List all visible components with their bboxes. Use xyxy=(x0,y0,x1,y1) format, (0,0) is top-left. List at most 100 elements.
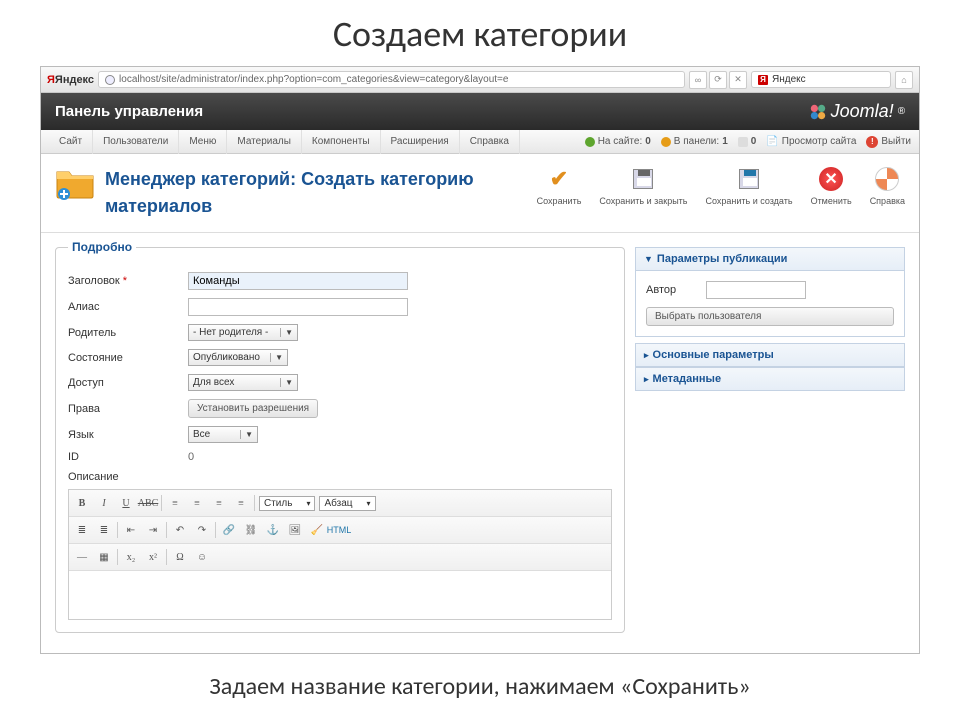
menu-users[interactable]: Пользователи xyxy=(93,130,179,154)
table-button[interactable]: ▦ xyxy=(95,548,113,566)
align-justify-button[interactable]: ≡ xyxy=(232,494,250,512)
link-button[interactable]: 🔗 xyxy=(220,521,238,539)
reload-icon[interactable]: ⟳ xyxy=(709,71,727,89)
chevron-down-icon: ▼ xyxy=(644,254,653,264)
cleanup-button[interactable]: 🧹 xyxy=(308,521,326,539)
chevron-right-icon: ▸ xyxy=(644,350,649,361)
hr-button[interactable]: — xyxy=(73,548,91,566)
align-left-button[interactable]: ≡ xyxy=(166,494,184,512)
label-alias: Алиас xyxy=(68,301,188,313)
menu-extensions[interactable]: Расширения xyxy=(381,130,460,154)
browser-url-bar: ЯЯндекс localhost/site/administrator/ind… xyxy=(41,67,919,93)
id-value: 0 xyxy=(188,451,194,463)
align-center-button[interactable]: ≡ xyxy=(188,494,206,512)
outdent-button[interactable]: ⇤ xyxy=(122,521,140,539)
top-menu-status: На сайте: 0 В панели: 1 0 📄 Просмотр сай… xyxy=(585,136,911,148)
strike-button[interactable]: ABC xyxy=(139,494,157,512)
slide-caption: Задаем название категории, нажимаем «Сох… xyxy=(0,654,960,701)
menu-menu[interactable]: Меню xyxy=(179,130,227,154)
state-select[interactable]: Опубликовано▼ xyxy=(188,349,288,366)
stop-icon[interactable]: ✕ xyxy=(729,71,747,89)
browser-window: ЯЯндекс localhost/site/administrator/ind… xyxy=(40,66,920,654)
orange-dot-icon xyxy=(661,137,671,147)
label-description: Описание xyxy=(68,471,612,483)
details-fieldset: Подробно Заголовок * Алиас Родитель - Не… xyxy=(55,247,625,633)
redo-button[interactable]: ↷ xyxy=(193,521,211,539)
messages-status[interactable]: 0 xyxy=(738,136,757,147)
admins-status: В панели: 1 xyxy=(661,136,728,147)
lifebuoy-icon xyxy=(875,167,899,191)
pick-user-button[interactable]: Выбрать пользователя xyxy=(646,307,894,326)
action-toolbar: ✔ Сохранить Сохранить и закрыть Сохранит… xyxy=(537,166,905,206)
superscript-button[interactable]: x² xyxy=(144,548,162,566)
set-permissions-button[interactable]: Установить разрешения xyxy=(188,399,318,418)
content-area: Подробно Заголовок * Алиас Родитель - Не… xyxy=(41,233,919,653)
right-panel: ▼Параметры публикации Автор Выбрать поль… xyxy=(635,247,905,633)
check-icon: ✔ xyxy=(550,166,568,192)
anchor-button[interactable]: ⚓ xyxy=(264,521,282,539)
save-new-button[interactable]: Сохранить и создать xyxy=(706,166,793,206)
url-action-icons: ∞ ⟳ ✕ xyxy=(689,71,747,89)
editor-body[interactable] xyxy=(69,571,611,619)
visitors-status: На сайте: 0 xyxy=(585,136,651,147)
access-select[interactable]: Для всех▼ xyxy=(188,374,298,391)
top-menu-items: Сайт Пользователи Меню Материалы Компоне… xyxy=(49,130,520,154)
emoticon-button[interactable]: ☺ xyxy=(193,548,211,566)
address-field[interactable]: localhost/site/administrator/index.php?o… xyxy=(98,71,685,88)
subscript-button[interactable]: x₂ xyxy=(122,548,140,566)
panel-meta-head[interactable]: ▸Метаданные xyxy=(635,367,905,391)
code-button[interactable]: HTML xyxy=(330,521,348,539)
chevron-right-icon: ▸ xyxy=(644,374,649,385)
panel-publishing-body: Автор Выбрать пользователя xyxy=(635,270,905,337)
underline-button[interactable]: U xyxy=(117,494,135,512)
chevron-down-icon: ▼ xyxy=(270,353,283,362)
title-input[interactable] xyxy=(188,272,408,290)
save-button[interactable]: ✔ Сохранить xyxy=(537,166,582,206)
label-state: Состояние xyxy=(68,352,188,364)
ul-button[interactable]: ≣ xyxy=(73,521,91,539)
yandex-logo: ЯЯндекс xyxy=(47,74,94,86)
indent-button[interactable]: ⇥ xyxy=(144,521,162,539)
parent-select[interactable]: - Нет родителя -▼ xyxy=(188,324,298,341)
alias-input[interactable] xyxy=(188,298,408,316)
cancel-button[interactable]: ✕ Отменить xyxy=(811,166,852,206)
undo-button[interactable]: ↶ xyxy=(171,521,189,539)
language-select[interactable]: Все▼ xyxy=(188,426,258,443)
address-text: localhost/site/administrator/index.php?o… xyxy=(119,74,508,85)
wysiwyg-editor: B I U ABC ≡ ≡ ≡ ≡ Стиль▾ Абзац▾ xyxy=(68,489,612,620)
ol-button[interactable]: ≣ xyxy=(95,521,113,539)
style-select[interactable]: Стиль▾ xyxy=(259,496,315,511)
cancel-icon: ✕ xyxy=(819,167,843,191)
panel-publishing-head[interactable]: ▼Параметры публикации xyxy=(635,247,905,271)
chevron-down-icon: ▼ xyxy=(240,430,253,439)
link-icon[interactable]: ∞ xyxy=(689,71,707,89)
bold-button[interactable]: B xyxy=(73,494,91,512)
joomla-mark-icon xyxy=(809,103,827,121)
save-close-button[interactable]: Сохранить и закрыть xyxy=(599,166,687,206)
menu-components[interactable]: Компоненты xyxy=(302,130,381,154)
diskette-plus-icon xyxy=(739,169,759,189)
italic-button[interactable]: I xyxy=(95,494,113,512)
unlink-button[interactable]: ⛓ xyxy=(242,521,260,539)
category-folder-icon xyxy=(55,166,95,200)
paragraph-select[interactable]: Абзац▾ xyxy=(319,496,375,511)
logout-link[interactable]: !Выйти xyxy=(866,136,911,148)
mail-icon xyxy=(738,137,748,147)
label-title: Заголовок * xyxy=(68,275,188,287)
home-icon[interactable]: ⌂ xyxy=(895,71,913,89)
fieldset-legend: Подробно xyxy=(68,240,136,254)
panel-basic-head[interactable]: ▸Основные параметры xyxy=(635,343,905,367)
yandex-y-icon: Я xyxy=(758,75,768,85)
preview-site-link[interactable]: 📄 Просмотр сайта xyxy=(766,136,856,147)
globe-icon xyxy=(105,75,115,85)
help-button[interactable]: Справка xyxy=(870,166,905,206)
diskette-icon xyxy=(633,169,653,189)
author-input[interactable] xyxy=(706,281,806,299)
menu-site[interactable]: Сайт xyxy=(49,130,93,154)
align-right-button[interactable]: ≡ xyxy=(210,494,228,512)
menu-help[interactable]: Справка xyxy=(460,130,520,154)
menu-materials[interactable]: Материалы xyxy=(227,130,302,154)
image-button[interactable]: 🖼 xyxy=(286,521,304,539)
charmap-button[interactable]: Ω xyxy=(171,548,189,566)
search-box[interactable]: Я Яндекс xyxy=(751,71,891,88)
